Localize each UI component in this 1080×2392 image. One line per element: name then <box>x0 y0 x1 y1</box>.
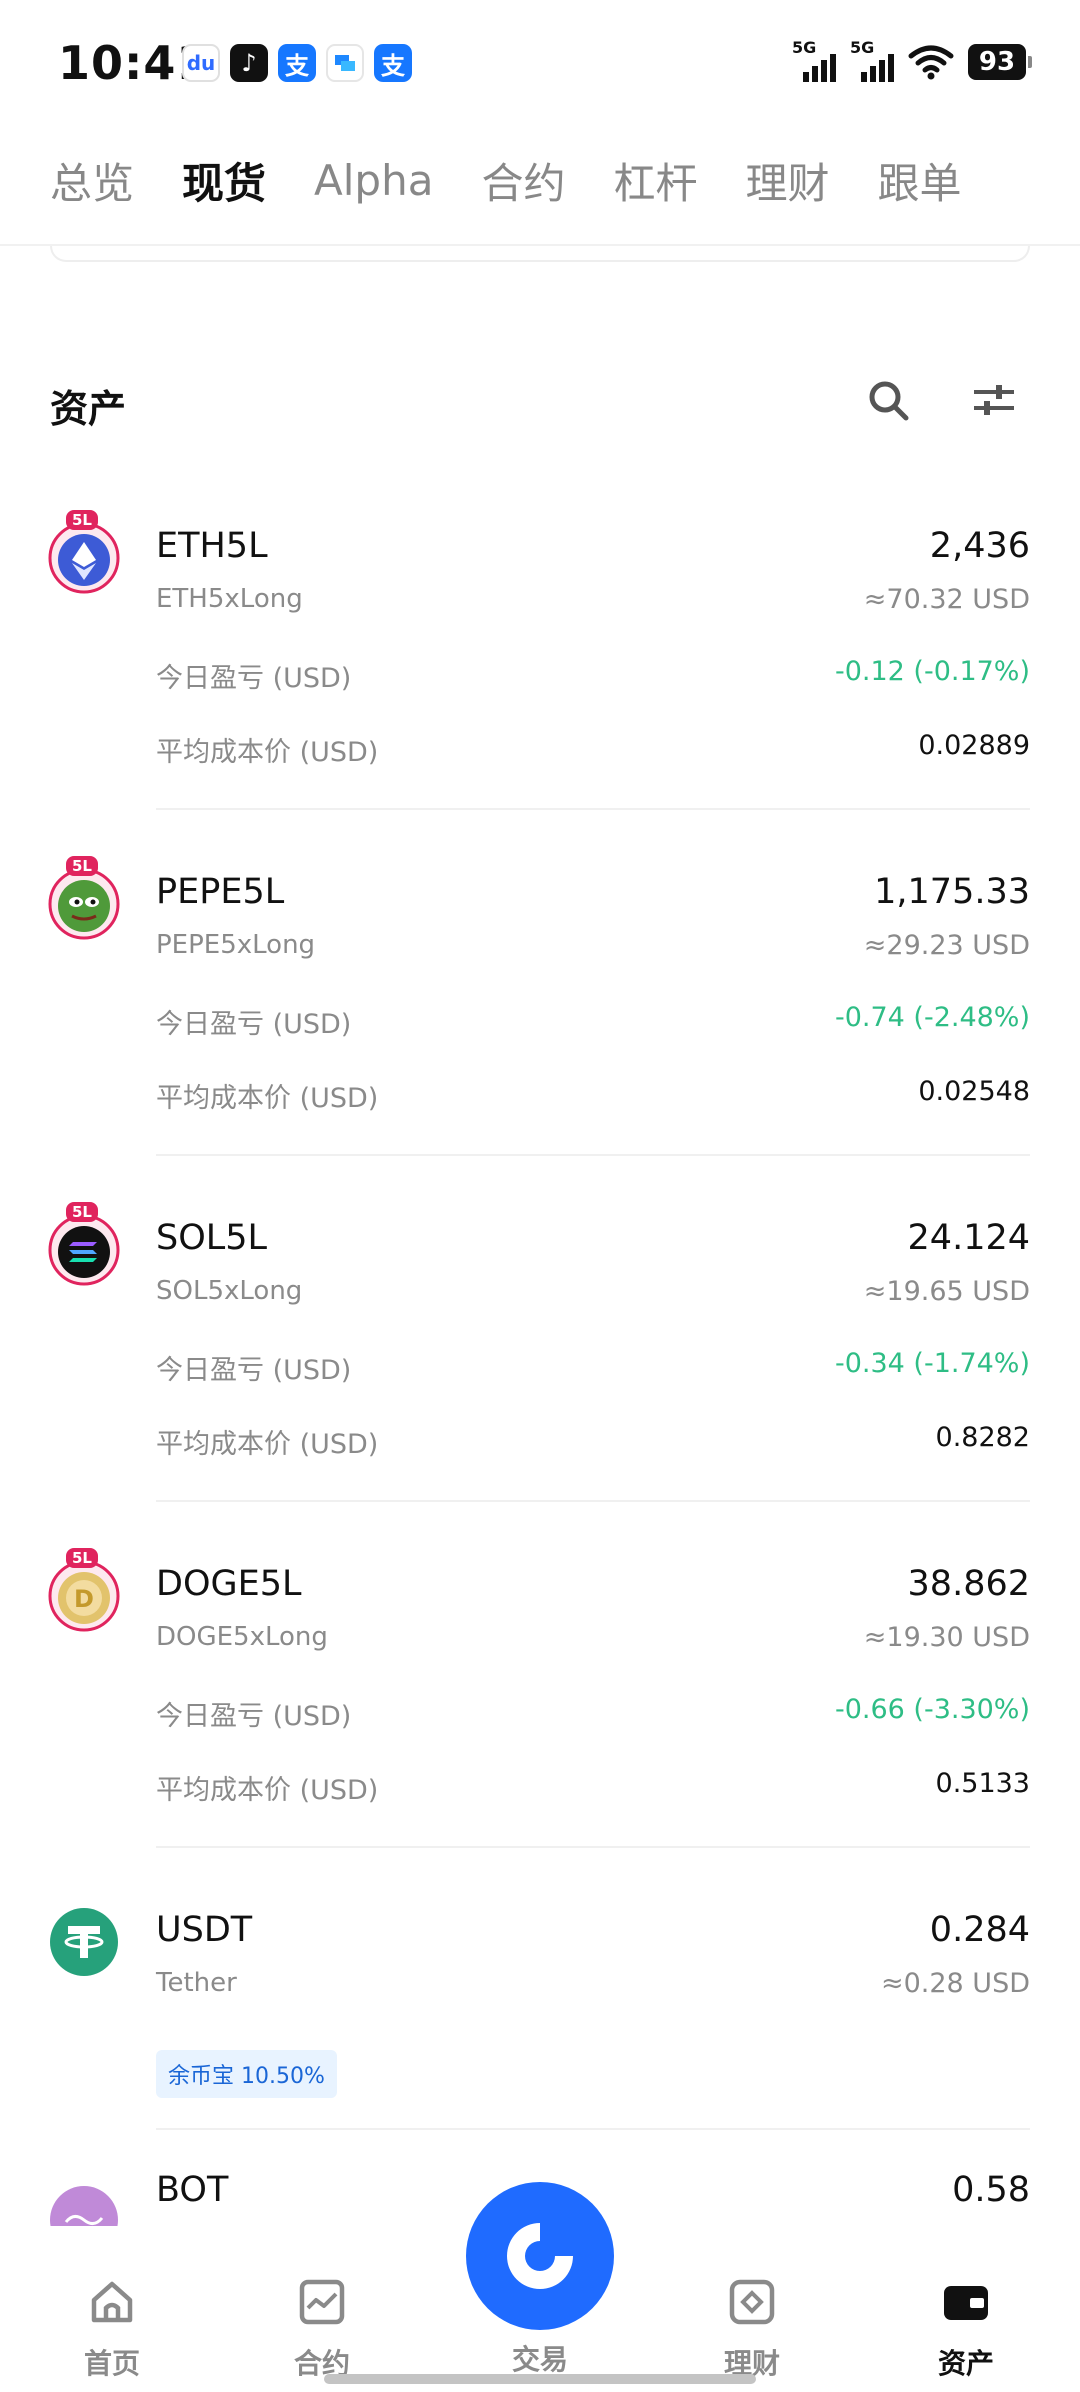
nav-home[interactable]: 首页 <box>52 2274 172 2382</box>
tab-copy-trading[interactable]: 跟单 <box>878 150 962 211</box>
nav-earn[interactable]: 理财 <box>692 2274 812 2382</box>
asset-name: DOGE5xLong <box>156 1622 328 1652</box>
row-divider <box>156 1154 1030 1156</box>
pnl-value: -0.34 (-1.74%) <box>834 1348 1030 1379</box>
avg-cost-label: 平均成本价 (USD) <box>156 1083 379 1114</box>
asset-name: ETH5xLong <box>156 584 303 614</box>
asset-amount: 38.862 <box>907 1564 1030 1604</box>
asset-row-usdt[interactable]: USDT Tether 0.284 ≈0.28 USD 余币宝 10.50% <box>0 1890 1080 2130</box>
battery-indicator: 93 <box>968 44 1032 80</box>
earn-icon <box>729 2279 775 2325</box>
nav-trade-label: 交易 <box>511 2343 568 2376</box>
leverage-badge: 5L <box>66 856 98 876</box>
pnl-value: -0.12 (-0.17%) <box>834 656 1030 687</box>
pnl-label: 今日盈亏 (USD) <box>156 663 352 694</box>
avg-cost-label: 平均成本价 (USD) <box>156 1429 379 1460</box>
asset-symbol: PEPE5L <box>156 872 285 912</box>
asset-row-eth5l[interactable]: 5L ETH5L ETH5xLong 2,436 ≈70.32 USD 今日盈亏… <box>0 506 1080 810</box>
nav-assets-label: 资产 <box>937 2347 994 2380</box>
row-divider <box>156 1846 1030 1848</box>
signal-5g-icon: 5G <box>792 38 836 82</box>
home-icon <box>91 2281 133 2323</box>
avg-cost-label: 平均成本价 (USD) <box>156 1775 379 1806</box>
eth-coin-icon <box>48 522 120 594</box>
asset-row-pepe5l[interactable]: 5L PEPE5L PEPE5xLong 1,175.33 ≈29.23 USD… <box>0 852 1080 1156</box>
leverage-badge: 5L <box>66 1548 98 1568</box>
asset-amount: 0.284 <box>929 1910 1030 1950</box>
pnl-value: -0.74 (-2.48%) <box>834 1002 1030 1033</box>
assets-section-title: 资产 <box>50 387 127 431</box>
tab-alpha[interactable]: Alpha <box>314 156 433 205</box>
avg-cost-label: 平均成本价 (USD) <box>156 737 379 768</box>
asset-name: Tether <box>156 1968 237 1998</box>
svg-text:D: D <box>74 1585 94 1613</box>
alipay-notification-icon-2: 支 <box>374 44 412 82</box>
asset-amount: 2,436 <box>929 526 1030 566</box>
trade-button[interactable] <box>466 2182 614 2330</box>
alipay-notification-icon: 支 <box>278 44 316 82</box>
asset-amount: 24.124 <box>907 1218 1030 1258</box>
home-indicator[interactable] <box>324 2374 756 2384</box>
asset-usd-value: ≈19.30 USD <box>863 1622 1030 1653</box>
avg-cost-value: 0.8282 <box>935 1422 1030 1453</box>
tab-spot[interactable]: 现货 <box>182 150 266 211</box>
search-icon[interactable] <box>866 378 910 422</box>
avg-cost-value: 0.02548 <box>918 1076 1030 1107</box>
baidu-notification-icon: du <box>182 44 220 82</box>
nav-home-label: 首页 <box>83 2347 140 2380</box>
notification-icons: du ♪ 支 支 <box>182 44 412 82</box>
row-divider <box>156 1500 1030 1502</box>
asset-symbol: SOL5L <box>156 1218 268 1258</box>
pnl-value: -0.66 (-3.30%) <box>834 1694 1030 1725</box>
asset-amount: 1,175.33 <box>874 872 1030 912</box>
asset-symbol: ETH5L <box>156 526 268 566</box>
tab-margin[interactable]: 杠杆 <box>613 150 697 211</box>
sliders-icon[interactable] <box>972 378 1016 422</box>
leverage-badge: 5L <box>66 510 98 530</box>
pnl-label: 今日盈亏 (USD) <box>156 1009 352 1040</box>
summary-card-edge <box>50 246 1030 262</box>
wifi-icon <box>908 45 954 80</box>
doge-coin-icon: D <box>48 1560 120 1632</box>
asset-symbol: BOT <box>156 2170 229 2210</box>
message-notification-icon <box>326 44 364 82</box>
system-icons: 5G 5G 93 <box>792 38 1032 82</box>
pnl-label: 今日盈亏 (USD) <box>156 1701 352 1732</box>
leverage-badge: 5L <box>66 1202 98 1222</box>
bottom-navigation: 首页 合约 交易 理财 资产 <box>0 2182 1080 2392</box>
tab-earn[interactable]: 理财 <box>745 150 829 211</box>
asset-symbol: DOGE5L <box>156 1564 302 1604</box>
usdt-coin-icon <box>50 1908 118 1976</box>
signal-5g-icon-2: 5G <box>850 38 894 82</box>
tiktok-notification-icon: ♪ <box>230 44 268 82</box>
trade-icon <box>507 2223 573 2289</box>
status-bar: 10:41 du ♪ 支 支 5G 5G 93 <box>0 0 1080 120</box>
bot-coin-icon <box>50 2186 118 2226</box>
pepe-coin-icon <box>48 868 120 940</box>
asset-usd-value: ≈0.28 USD <box>880 1968 1030 1999</box>
wallet-icon <box>944 2286 988 2320</box>
tab-futures[interactable]: 合约 <box>481 150 565 211</box>
row-divider <box>156 808 1030 810</box>
avg-cost-value: 0.5133 <box>935 1768 1030 1799</box>
asset-usd-value: ≈29.23 USD <box>863 930 1030 961</box>
asset-symbol: USDT <box>156 1910 253 1950</box>
asset-name: SOL5xLong <box>156 1276 303 1306</box>
asset-row-doge5l[interactable]: D 5L DOGE5L DOGE5xLong 38.862 ≈19.30 USD… <box>0 1544 1080 1848</box>
asset-usd-value: ≈70.32 USD <box>863 584 1030 615</box>
nav-assets[interactable]: 资产 <box>906 2274 1026 2382</box>
row-divider <box>156 2128 1030 2130</box>
simple-earn-apr-badge[interactable]: 余币宝 10.50% <box>156 2050 337 2098</box>
sol-coin-icon <box>48 1214 120 1286</box>
avg-cost-value: 0.02889 <box>918 730 1030 761</box>
futures-chart-icon <box>299 2279 345 2325</box>
pnl-label: 今日盈亏 (USD) <box>156 1355 352 1386</box>
asset-amount: 0.58 <box>952 2170 1030 2210</box>
asset-name: PEPE5xLong <box>156 930 316 960</box>
asset-usd-value: ≈19.65 USD <box>863 1276 1030 1307</box>
nav-futures[interactable]: 合约 <box>262 2274 382 2382</box>
asset-row-sol5l[interactable]: 5L SOL5L SOL5xLong 24.124 ≈19.65 USD 今日盈… <box>0 1198 1080 1502</box>
tab-overview[interactable]: 总览 <box>50 150 134 211</box>
asset-tabs: 总览 现货 Alpha 合约 杠杆 理财 跟单 <box>0 130 1080 230</box>
